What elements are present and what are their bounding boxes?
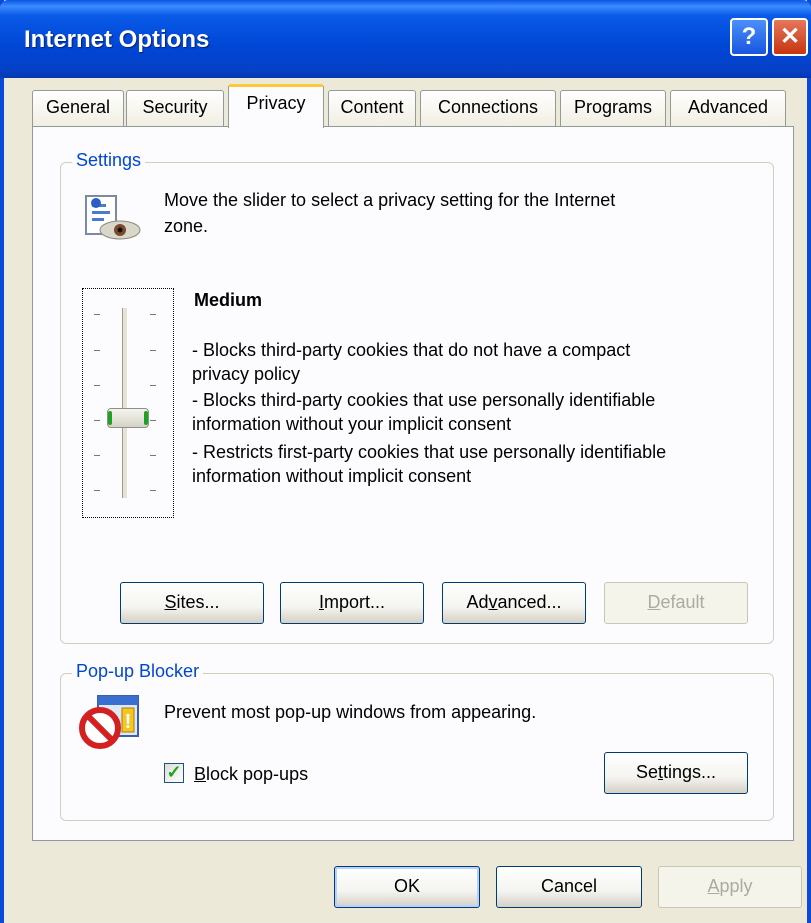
tab-connections[interactable]: Connections <box>420 90 556 126</box>
popup-settings-label-a: Se <box>635 762 658 782</box>
block-popups-text: lock pop-ups <box>206 764 309 784</box>
advanced-button-label-a: Ad <box>466 592 489 612</box>
import-button[interactable]: Import... <box>280 582 424 624</box>
default-button-mnemonic: D <box>647 592 661 612</box>
tab-general[interactable]: General <box>32 90 124 126</box>
tab-privacy[interactable]: Privacy <box>228 84 324 128</box>
slider-tick <box>150 490 156 491</box>
privacy-level-desc-3: - Blocks third-party cookies that use pe… <box>192 390 656 410</box>
privacy-settings-icon <box>85 195 141 240</box>
help-button[interactable]: ? <box>730 18 768 56</box>
privacy-slider-track[interactable] <box>122 308 128 498</box>
popup-settings-button[interactable]: Settings... <box>604 752 748 794</box>
privacy-level-desc-5: - Restricts first-party cookies that use… <box>192 442 667 462</box>
svg-text:!: ! <box>125 711 132 733</box>
settings-description-line2: zone. <box>164 216 209 236</box>
close-button[interactable]: ✕ <box>772 18 808 56</box>
settings-group-label: Settings <box>72 150 146 171</box>
title-bar[interactable]: Internet Options ? ✕ <box>0 0 811 78</box>
advanced-button-label-b: anced... <box>497 592 562 612</box>
block-popups-checkbox[interactable]: ✓ <box>164 763 184 783</box>
privacy-level-title: Medium <box>194 290 263 310</box>
slider-tick <box>150 385 156 386</box>
slider-tick <box>94 490 100 491</box>
tab-security[interactable]: Security <box>126 90 224 126</box>
import-button-label: mport... <box>324 592 386 612</box>
privacy-level-desc-1: - Blocks third-party cookies that do not… <box>192 340 631 360</box>
popup-blocker-group <box>60 673 774 821</box>
popup-blocker-description: Prevent most pop-up windows from appeari… <box>164 702 537 722</box>
slider-tick <box>150 314 156 315</box>
sites-button-label: ites... <box>176 592 220 612</box>
tab-programs[interactable]: Programs <box>560 90 666 126</box>
privacy-slider-focus-box[interactable] <box>82 288 174 518</box>
slider-tick <box>150 420 156 421</box>
slider-tick <box>94 314 100 315</box>
popup-blocker-icon: ! <box>79 695 139 749</box>
ok-button[interactable]: OK <box>334 866 480 908</box>
apply-button-label: pply <box>719 876 753 896</box>
sites-button-mnemonic: S <box>164 592 177 612</box>
slider-tick <box>150 455 156 456</box>
tab-content[interactable]: Content <box>328 90 416 126</box>
slider-tick <box>94 385 100 386</box>
slider-tick <box>94 420 100 421</box>
default-button-label: efault <box>660 592 705 612</box>
popup-blocker-group-label: Pop-up Blocker <box>72 661 204 682</box>
apply-button[interactable]: Apply <box>658 866 802 908</box>
slider-tick <box>94 455 100 456</box>
apply-button-mnemonic: A <box>707 876 720 896</box>
slider-tick <box>94 350 100 351</box>
privacy-level-desc-4: information without your implicit consen… <box>192 414 512 434</box>
popup-settings-label-b: tings... <box>663 762 717 782</box>
privacy-level-desc-2: privacy policy <box>192 364 301 384</box>
block-popups-mnemonic: B <box>194 764 207 784</box>
window-title: Internet Options <box>24 26 210 53</box>
privacy-level-desc-6: information without implicit consent <box>192 466 472 486</box>
privacy-slider-thumb[interactable] <box>107 408 149 428</box>
slider-tick <box>150 350 156 351</box>
advanced-button[interactable]: Advanced... <box>442 582 586 624</box>
settings-description-line1: Move the slider to select a privacy sett… <box>164 190 616 210</box>
default-button[interactable]: Default <box>604 582 748 624</box>
cancel-button[interactable]: Cancel <box>496 866 642 908</box>
sites-button[interactable]: Sites... <box>120 582 264 624</box>
tab-advanced[interactable]: Advanced <box>670 90 786 126</box>
block-popups-label[interactable]: Block pop-ups <box>194 764 308 785</box>
